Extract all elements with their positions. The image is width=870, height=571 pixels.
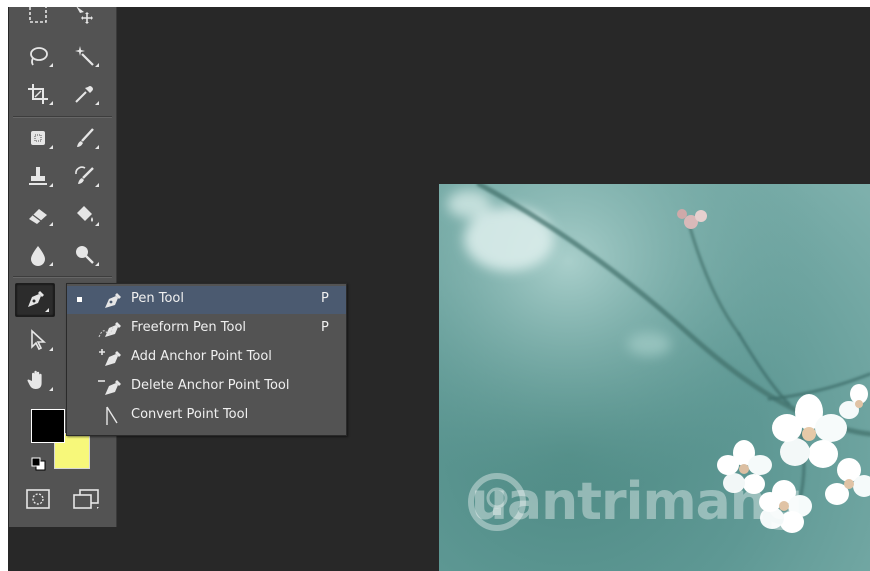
- submenu-indicator: [95, 145, 99, 149]
- delete-anchor-point-icon: [98, 380, 121, 395]
- clone-stamp-tool-icon[interactable]: [18, 161, 58, 191]
- submenu-indicator: [49, 387, 53, 391]
- magic-wand-tool-icon[interactable]: [64, 41, 104, 71]
- pen-tool-icon: [28, 291, 44, 307]
- blur-tool-icon[interactable]: [18, 240, 58, 270]
- toolbar-divider: [13, 276, 112, 278]
- submenu-indicator: [49, 262, 53, 266]
- flyout-item-pen-tool[interactable]: Pen Tool P: [67, 286, 346, 314]
- move-tool-icon[interactable]: [64, 7, 104, 29]
- submenu-indicator: [49, 101, 53, 105]
- submenu-indicator: [49, 63, 53, 67]
- quick-mask-icon[interactable]: [25, 487, 51, 511]
- tools-panel: [9, 7, 117, 527]
- submenu-indicator: [49, 145, 53, 149]
- path-selection-tool-icon[interactable]: [18, 325, 58, 355]
- pen-icon: [105, 293, 121, 308]
- freeform-pen-icon: [98, 322, 121, 338]
- lasso-tool-icon[interactable]: [18, 41, 58, 71]
- flyout-item-add-anchor-point-tool[interactable]: Add Anchor Point Tool: [67, 344, 346, 372]
- flyout-item-delete-anchor-point-tool[interactable]: Delete Anchor Point Tool: [67, 373, 346, 401]
- hand-tool-icon[interactable]: [18, 365, 58, 395]
- watermark: uantrimang: [467, 472, 803, 532]
- submenu-indicator: [49, 347, 53, 351]
- workspace: uantrimang Pen Tool P Freeform Pen Tool …: [8, 7, 870, 571]
- convert-point-icon: [106, 406, 118, 425]
- submenu-indicator: [95, 262, 99, 266]
- flyout-item-freeform-pen-tool[interactable]: Freeform Pen Tool P: [67, 315, 346, 343]
- pen-tool-button[interactable]: [15, 283, 55, 317]
- flyout-item-convert-point-tool[interactable]: Convert Point Tool: [67, 402, 346, 430]
- submenu-indicator: [49, 183, 53, 187]
- crop-tool-icon[interactable]: [18, 79, 58, 109]
- screen-mode-icon[interactable]: [71, 487, 101, 511]
- submenu-indicator: [95, 222, 99, 226]
- marquee-tool-icon[interactable]: [18, 7, 58, 29]
- brush-tool-icon[interactable]: [64, 123, 104, 153]
- submenu-indicator: [95, 101, 99, 105]
- default-colors-icon[interactable]: [31, 457, 47, 471]
- eraser-tool-icon[interactable]: [18, 200, 58, 230]
- document-image: uantrimang: [439, 184, 870, 571]
- healing-brush-tool-icon[interactable]: [18, 123, 58, 153]
- add-anchor-point-icon: [99, 349, 121, 366]
- submenu-indicator: [95, 183, 99, 187]
- pen-tools-flyout-menu: Pen Tool P Freeform Pen Tool P Add Ancho…: [66, 283, 347, 436]
- history-brush-tool-icon[interactable]: [64, 161, 104, 191]
- lightbulb-logo-icon: [468, 473, 526, 531]
- eyedropper-tool-icon[interactable]: [64, 79, 104, 109]
- dodge-tool-icon[interactable]: [64, 240, 104, 270]
- submenu-indicator: [49, 222, 53, 226]
- current-tool-indicator: [77, 297, 82, 302]
- submenu-indicator: [45, 308, 49, 312]
- paint-bucket-tool-icon[interactable]: [64, 200, 104, 230]
- toolbar-divider: [13, 116, 112, 118]
- submenu-indicator: [95, 63, 99, 67]
- foreground-color-swatch[interactable]: [31, 409, 65, 443]
